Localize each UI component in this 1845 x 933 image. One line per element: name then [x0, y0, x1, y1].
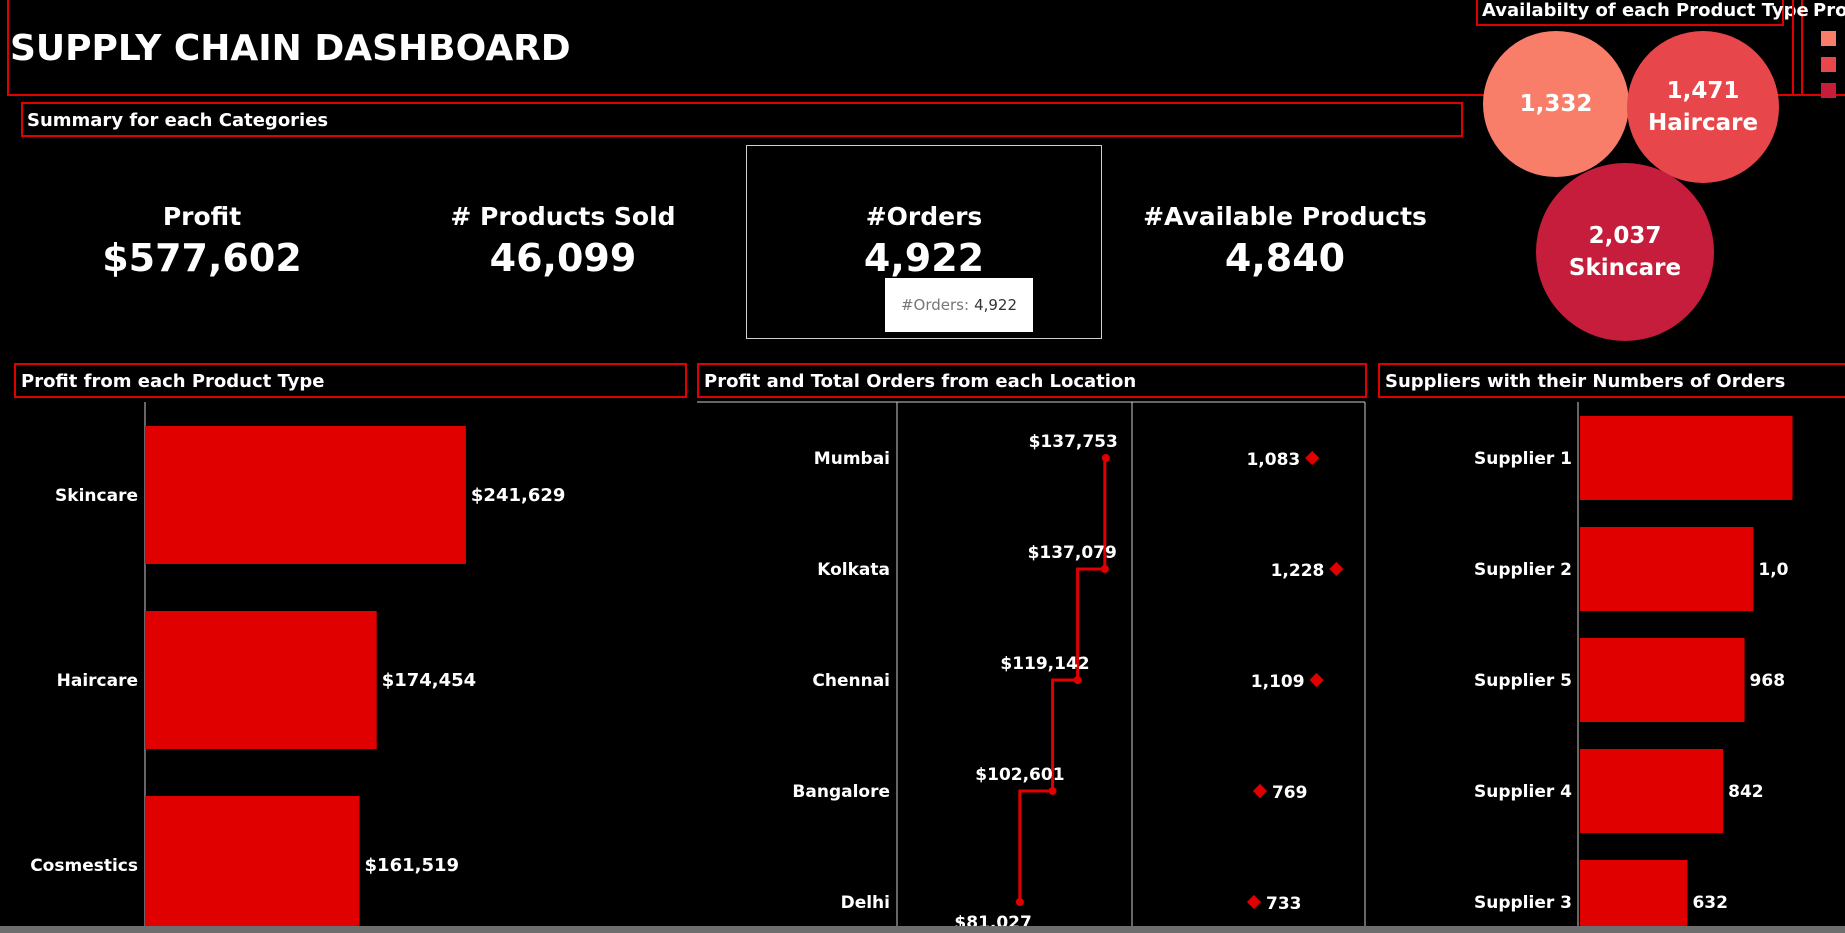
- kpi-orders-value: 4,922: [863, 236, 985, 280]
- orders-label: 1,083: [1246, 450, 1300, 470]
- location-title: Profit and Total Orders from each Locati…: [704, 371, 1137, 392]
- orders-tooltip-value: 4,922: [974, 296, 1018, 314]
- data-label: $241,629: [471, 485, 566, 506]
- profit-point: [1100, 565, 1109, 573]
- legend-swatch-2[interactable]: [1821, 57, 1836, 72]
- kpi-profit-label: Profit: [162, 202, 242, 231]
- kpi-products-sold-label: # Products Sold: [450, 202, 676, 231]
- supplier-label: Supplier 5: [1474, 671, 1572, 691]
- suppliers-title: Suppliers with their Numbers of Orders: [1385, 371, 1786, 392]
- dashboard: SUPPLY CHAIN DASHBOARD Summary for each …: [0, 0, 1845, 926]
- bar: [1580, 416, 1793, 500]
- kpi-orders-label: #Orders: [865, 202, 983, 231]
- location-chart: Mumbai $137,753 1,083 Kolkata $137,079 1,228 C…: [697, 401, 1366, 926]
- category-label: Haircare: [57, 671, 138, 691]
- profit-label: $119,142: [1000, 654, 1089, 674]
- location-label: Kolkata: [817, 560, 890, 580]
- profit-label: $137,079: [1028, 543, 1117, 563]
- bar: [145, 611, 377, 749]
- supplier-label: Supplier 4: [1474, 782, 1572, 802]
- profit-point: [1015, 898, 1024, 906]
- bubble-cosmetics[interactable]: 1,332: [1483, 31, 1629, 177]
- bar: [145, 426, 466, 564]
- legend-title: Pro: [1813, 0, 1845, 21]
- bar: [1580, 638, 1745, 722]
- profit-point: [1101, 454, 1110, 462]
- data-label: 968: [1750, 671, 1786, 691]
- bubble-skincare-name: Skincare: [1568, 255, 1682, 281]
- orders-label: 733: [1266, 894, 1302, 914]
- profit-point: [1048, 787, 1057, 795]
- orders-point: [1252, 783, 1268, 799]
- kpi-products-sold-value: 46,099: [489, 236, 637, 280]
- kpi-available-products-value: 4,840: [1224, 236, 1346, 280]
- bar: [1580, 527, 1754, 611]
- bar: [1580, 749, 1724, 833]
- summary-title: Summary for each Categories: [27, 110, 329, 131]
- bubble-haircare-value: 1,471: [1666, 78, 1740, 104]
- data-label: $174,454: [382, 670, 477, 691]
- profit-type-chart: Skincare $241,629 Haircare $174,454 Cosmesti…: [30, 402, 566, 926]
- orders-tooltip-label: #Orders:: [900, 296, 970, 314]
- profit-label: $102,601: [975, 765, 1064, 785]
- orders-label: 769: [1272, 783, 1308, 803]
- location-label: Mumbai: [814, 449, 890, 469]
- orders-point: [1309, 672, 1324, 688]
- orders-tooltip: #Orders: 4,922: [885, 278, 1033, 332]
- orders-point: [1305, 450, 1320, 466]
- bar: [1580, 860, 1688, 926]
- profit-type-title: Profit from each Product Type: [21, 371, 325, 392]
- supplier-label: Supplier 2: [1474, 560, 1572, 580]
- data-label: 632: [1692, 893, 1728, 913]
- orders-label: 1,228: [1271, 561, 1325, 581]
- supplier-label: Supplier 1: [1474, 449, 1572, 469]
- profit-point: [1073, 676, 1082, 684]
- data-label: $161,519: [365, 855, 460, 876]
- profit-step-line: [1018, 456, 1107, 902]
- legend-swatch-3[interactable]: [1821, 83, 1836, 98]
- kpi-available-products-label: #Available Products: [1143, 202, 1427, 231]
- data-label: 1,0: [1758, 560, 1788, 580]
- bubble-skincare[interactable]: 2,037 Skincare: [1536, 163, 1714, 341]
- dashboard-title: SUPPLY CHAIN DASHBOARD: [10, 28, 571, 69]
- profit-label: $81,027: [954, 913, 1031, 926]
- supplier-label: Supplier 3: [1474, 893, 1572, 913]
- orders-point: [1246, 894, 1262, 910]
- orders-label: 1,109: [1251, 672, 1305, 692]
- bubble-skincare-value: 2,037: [1588, 223, 1662, 249]
- category-label: Skincare: [55, 486, 138, 506]
- location-label: Delhi: [841, 893, 890, 913]
- bubble-cosmetics-value: 1,332: [1519, 91, 1593, 117]
- orders-point: [1329, 561, 1344, 577]
- legend-swatch-1[interactable]: [1821, 31, 1836, 46]
- bar: [145, 796, 360, 926]
- suppliers-chart: Supplier 1 Supplier 2 1,0 Supplier 5 968 Supp…: [1474, 402, 1793, 926]
- profit-label: $137,753: [1029, 432, 1118, 452]
- kpi-profit-value: $577,602: [102, 236, 302, 280]
- bubble-haircare[interactable]: 1,471 Haircare: [1627, 31, 1779, 183]
- availability-title: Availabilty of each Product Type: [1482, 0, 1809, 21]
- location-label: Bangalore: [792, 782, 890, 802]
- bubble-haircare-name: Haircare: [1647, 110, 1759, 136]
- category-label: Cosmestics: [30, 856, 138, 876]
- location-label: Chennai: [812, 671, 890, 691]
- data-label: 842: [1728, 782, 1764, 802]
